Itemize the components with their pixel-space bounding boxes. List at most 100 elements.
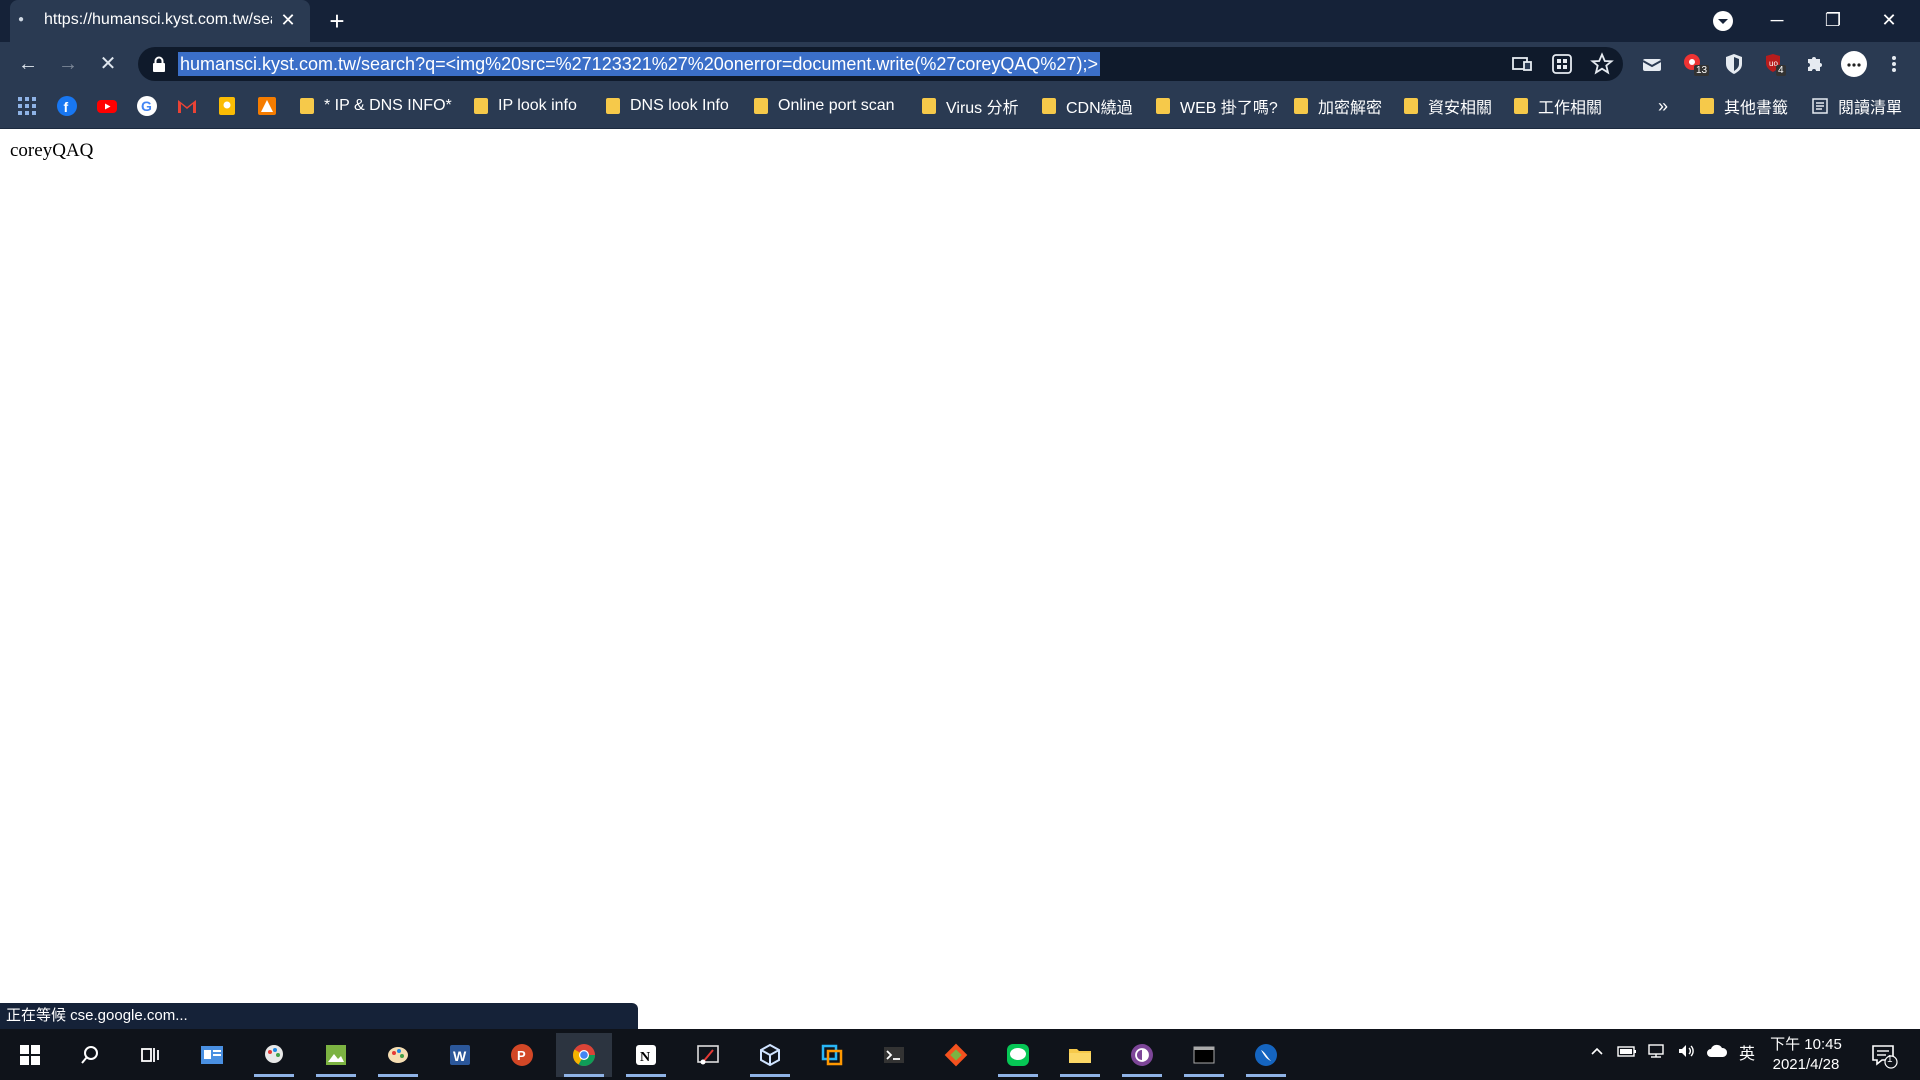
maximize-button[interactable]: ❐ xyxy=(1810,4,1856,36)
clock-time: 下午 10:45 xyxy=(1770,1036,1842,1053)
search-icon[interactable] xyxy=(62,1033,118,1077)
running-indicator xyxy=(1184,1074,1224,1077)
onedrive-cloud-icon[interactable] xyxy=(1704,1043,1730,1067)
more-bookmarks-button[interactable]: » xyxy=(1658,92,1668,120)
extension-shield-icon[interactable] xyxy=(1720,50,1748,78)
app-paint-icon[interactable] xyxy=(370,1033,426,1077)
folder-icon xyxy=(1700,98,1714,114)
tab-search-icon[interactable] xyxy=(1710,8,1736,34)
extension-count-badge-2: 4 xyxy=(1776,65,1786,76)
folder-icon xyxy=(1404,98,1418,114)
url-text[interactable]: humansci.kyst.com.tw/search?q=<img%20src… xyxy=(178,52,1100,76)
folder-icon xyxy=(922,98,936,114)
extension-badge-icon[interactable]: 13 xyxy=(1680,50,1710,78)
app-cmd-icon[interactable] xyxy=(1176,1033,1232,1077)
taskbar-clock[interactable]: 下午 10:45 2021/4/28 xyxy=(1766,1035,1846,1075)
keep-icon[interactable] xyxy=(216,95,238,117)
app-snipping-icon[interactable] xyxy=(680,1033,736,1077)
profile-avatar-icon[interactable] xyxy=(1840,50,1868,78)
svg-text:f: f xyxy=(64,99,69,115)
task-view-icon[interactable] xyxy=(122,1033,178,1077)
lock-icon[interactable] xyxy=(152,56,166,72)
google-icon[interactable]: G xyxy=(136,95,158,117)
running-indicator xyxy=(254,1074,294,1077)
bookmark-folder[interactable]: WEB 掛了嗎? xyxy=(1156,92,1278,120)
notification-center-icon[interactable]: 1 xyxy=(1868,1040,1898,1070)
gmail-icon[interactable] xyxy=(176,95,198,117)
input-method-indicator[interactable]: 英 xyxy=(1734,1043,1760,1067)
start-button[interactable] xyxy=(2,1033,58,1077)
bookmark-folder[interactable]: 工作相關 xyxy=(1514,92,1602,120)
svg-text:N: N xyxy=(640,1050,650,1065)
forward-button[interactable]: → xyxy=(54,50,82,78)
folder-icon xyxy=(1042,98,1056,114)
app-file-explorer-icon[interactable] xyxy=(1052,1033,1108,1077)
bookmark-label: CDN繞過 xyxy=(1066,100,1133,117)
extension-ublock-icon[interactable]: uo 4 xyxy=(1760,50,1788,78)
bookmark-folder[interactable]: 加密解密 xyxy=(1294,92,1382,120)
app-image-editor-icon[interactable] xyxy=(308,1033,364,1077)
app-terminal-icon[interactable] xyxy=(866,1033,922,1077)
tab-close-button[interactable]: ✕ xyxy=(276,8,300,32)
other-bookmarks-folder[interactable]: 其他書籤 xyxy=(1700,92,1788,120)
app-word-icon[interactable]: W xyxy=(432,1033,488,1077)
bookmark-folder[interactable]: DNS look Info xyxy=(606,92,729,120)
bookmark-folder[interactable]: IP look info xyxy=(474,92,577,120)
page-body-text: coreyQAQ xyxy=(10,140,94,161)
bookmark-label: 工作相關 xyxy=(1538,100,1603,117)
app-line-icon[interactable] xyxy=(990,1033,1046,1077)
stop-loading-button[interactable]: ✕ xyxy=(94,50,122,78)
minimize-button[interactable]: ─ xyxy=(1754,4,1800,36)
translate-icon[interactable] xyxy=(1550,52,1574,76)
cast-icon[interactable] xyxy=(1510,52,1534,76)
folder-icon xyxy=(754,98,768,114)
network-icon[interactable] xyxy=(1644,1043,1670,1067)
app-contacts-icon[interactable] xyxy=(184,1033,240,1077)
volume-icon[interactable] xyxy=(1674,1043,1700,1067)
drive-tool-icon[interactable] xyxy=(256,95,278,117)
browser-menu-icon[interactable] xyxy=(1880,50,1908,78)
facebook-icon[interactable]: f xyxy=(56,95,78,117)
reading-list-button[interactable]: 閱讀清單 xyxy=(1812,92,1902,120)
running-indicator xyxy=(316,1074,356,1077)
app-git-icon[interactable] xyxy=(928,1033,984,1077)
youtube-icon[interactable] xyxy=(96,95,118,117)
app-paint3d-icon[interactable] xyxy=(246,1033,302,1077)
folder-icon xyxy=(606,98,620,114)
window-close-button[interactable]: ✕ xyxy=(1866,4,1912,36)
bookmark-star-icon[interactable] xyxy=(1590,52,1614,76)
show-hidden-icons-icon[interactable] xyxy=(1586,1043,1608,1067)
app-vmware-icon[interactable] xyxy=(804,1033,860,1077)
tab-title[interactable]: https://humansci.kyst.com.tw/search?q= xyxy=(44,11,272,29)
bookmark-label: IP look info xyxy=(498,97,577,114)
bookmark-label: * IP & DNS INFO* xyxy=(324,97,452,114)
app-wireshark-icon[interactable] xyxy=(1238,1033,1294,1077)
app-virtualbox-icon[interactable] xyxy=(742,1033,798,1077)
bookmark-folder[interactable]: Virus 分析 xyxy=(922,92,1019,120)
app-chrome-icon[interactable] xyxy=(556,1033,612,1077)
battery-icon[interactable] xyxy=(1614,1043,1640,1067)
running-indicator xyxy=(1060,1074,1100,1077)
extension-mailbox-icon[interactable] xyxy=(1638,50,1666,78)
extension-count-badge: 13 xyxy=(1694,65,1710,76)
bookmark-folder[interactable]: * IP & DNS INFO* xyxy=(300,92,452,120)
bookmark-folder[interactable]: 資安相關 xyxy=(1404,92,1492,120)
apps-grid-icon[interactable] xyxy=(16,95,38,117)
bookmark-label: 資安相關 xyxy=(1428,100,1493,117)
running-indicator xyxy=(1122,1074,1162,1077)
folder-icon xyxy=(1294,98,1308,114)
bookmark-folder[interactable]: Online port scan xyxy=(754,92,895,120)
extensions-puzzle-icon[interactable] xyxy=(1800,50,1828,78)
back-button[interactable]: ← xyxy=(14,50,42,78)
app-tor-icon[interactable] xyxy=(1114,1033,1170,1077)
running-indicator xyxy=(564,1074,604,1077)
new-tab-button[interactable]: + xyxy=(322,6,352,36)
app-notion-icon[interactable]: N xyxy=(618,1033,674,1077)
app-powerpoint-icon[interactable]: P xyxy=(494,1033,550,1077)
loading-status-bubble: 正在等候 cse.google.com... xyxy=(0,1003,638,1029)
reading-list-label: 閱讀清單 xyxy=(1838,100,1903,117)
notification-count: 1 xyxy=(1887,1054,1893,1065)
reading-list-icon xyxy=(1812,98,1828,114)
bookmark-label: DNS look Info xyxy=(630,97,729,114)
bookmark-folder[interactable]: CDN繞過 xyxy=(1042,92,1133,120)
